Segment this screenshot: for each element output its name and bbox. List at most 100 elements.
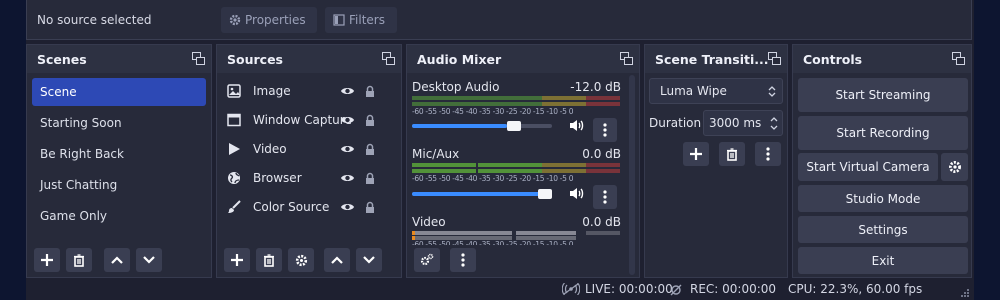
volume-meter <box>412 96 620 100</box>
sources-dock: Sources Image Window Capture Video Brows… <box>216 44 402 278</box>
scene-transitions-dock: Scene Transiti... Luma Wipe Duration 300… <box>644 44 788 278</box>
gears-icon <box>420 253 434 266</box>
mixer-menu-button[interactable] <box>450 248 476 272</box>
gear-icon <box>229 14 241 26</box>
more-vertical-icon <box>766 147 770 161</box>
plus-icon <box>41 254 53 266</box>
meter-ticks: -60 -55 -50 -45 -40 -35 -30 -25 -20 -15 … <box>412 174 574 183</box>
lock-icon[interactable] <box>365 114 375 127</box>
channel-menu-button[interactable] <box>593 185 617 209</box>
trash-icon <box>264 253 274 267</box>
scene-item[interactable]: Be Right Back <box>32 140 206 168</box>
scenes-dock: Scenes Scene Starting Soon Be Right Back… <box>26 44 212 278</box>
volume-meter <box>412 231 620 235</box>
remove-source-button[interactable] <box>256 248 282 272</box>
lock-icon[interactable] <box>365 172 375 185</box>
source-status-text: No source selected <box>37 13 152 27</box>
lock-icon[interactable] <box>365 143 375 156</box>
remove-scene-button[interactable] <box>66 248 92 272</box>
source-item[interactable]: Window Capture <box>227 108 391 132</box>
source-item[interactable]: Browser <box>227 166 391 190</box>
chevron-down-icon <box>143 256 155 264</box>
eye-icon[interactable] <box>340 144 355 154</box>
resize-grip-icon[interactable] <box>960 288 970 298</box>
scene-item[interactable]: Scene <box>32 78 206 106</box>
duration-spinbox[interactable]: 3000 ms <box>703 110 783 136</box>
remove-transition-button[interactable] <box>719 142 745 166</box>
source-item[interactable]: Video <box>227 137 391 161</box>
window-icon <box>227 113 241 127</box>
start-recording-button[interactable]: Start Recording <box>798 116 968 150</box>
cpu-status: CPU: 22.3%, 60.00 fps <box>788 282 923 296</box>
undock-icon[interactable] <box>768 52 781 65</box>
mixer-scrollbar[interactable] <box>629 75 635 275</box>
settings-button[interactable]: Settings <box>798 216 968 243</box>
plus-icon <box>690 148 702 160</box>
channel-name: Desktop Audio <box>412 80 500 94</box>
source-item[interactable]: Color Source <box>227 195 391 219</box>
filters-icon <box>333 14 345 26</box>
scene-item[interactable]: Just Chatting <box>32 171 206 199</box>
image-icon <box>227 84 241 98</box>
lock-icon[interactable] <box>365 85 375 98</box>
move-source-up-button[interactable] <box>324 248 350 272</box>
add-source-button[interactable] <box>224 248 250 272</box>
volume-slider[interactable] <box>412 189 552 199</box>
move-source-down-button[interactable] <box>356 248 382 272</box>
eye-icon[interactable] <box>340 173 355 183</box>
move-scene-down-button[interactable] <box>136 248 162 272</box>
sources-title: Sources <box>217 45 401 73</box>
lock-icon[interactable] <box>365 201 375 214</box>
filters-label: Filters <box>349 13 385 27</box>
trash-icon <box>74 253 84 267</box>
scene-item[interactable]: Starting Soon <box>32 109 206 137</box>
properties-button[interactable]: Properties <box>221 7 317 33</box>
add-transition-button[interactable] <box>683 142 709 166</box>
transition-select-value: Luma Wipe <box>660 84 727 98</box>
add-scene-button[interactable] <box>34 248 60 272</box>
move-scene-up-button[interactable] <box>104 248 130 272</box>
exit-button[interactable]: Exit <box>798 247 968 274</box>
undock-icon[interactable] <box>620 52 633 65</box>
transition-select[interactable]: Luma Wipe <box>649 78 783 104</box>
play-icon <box>229 143 240 155</box>
meter-ticks: -60 -55 -50 -45 -40 -35 -30 -25 -20 -15 … <box>412 240 574 245</box>
virtual-camera-settings-button[interactable] <box>941 153 968 181</box>
start-virtual-camera-button[interactable]: Start Virtual Camera <box>798 153 938 181</box>
channel-name: Mic/Aux <box>412 147 460 161</box>
start-streaming-button[interactable]: Start Streaming <box>798 78 968 112</box>
more-vertical-icon <box>461 253 465 267</box>
source-label: Video <box>253 142 287 156</box>
scene-item[interactable]: Game Only <box>32 202 206 230</box>
plus-icon <box>231 254 243 266</box>
more-vertical-icon <box>603 123 607 137</box>
studio-mode-button[interactable]: Studio Mode <box>798 185 968 212</box>
channel-db: -12.0 dB <box>570 80 621 94</box>
volume-meter <box>412 102 620 106</box>
source-item[interactable]: Image <box>227 79 391 103</box>
source-label: Window Capture <box>253 113 352 127</box>
transition-menu-button[interactable] <box>755 142 781 166</box>
trash-icon <box>727 147 737 161</box>
volume-slider[interactable] <box>412 121 552 131</box>
undock-icon[interactable] <box>192 52 205 65</box>
source-label: Browser <box>253 171 302 185</box>
speaker-icon[interactable] <box>569 187 585 200</box>
eye-icon[interactable] <box>340 202 355 212</box>
record-off-icon <box>670 284 682 296</box>
updown-chevron-icon[interactable] <box>770 116 778 131</box>
eye-icon[interactable] <box>340 115 355 125</box>
advanced-audio-button[interactable] <box>414 248 440 272</box>
gear-icon <box>948 161 961 173</box>
undock-icon[interactable] <box>382 52 395 65</box>
filters-button[interactable]: Filters <box>325 7 397 33</box>
source-properties-button[interactable] <box>288 248 314 272</box>
undock-icon[interactable] <box>952 52 965 65</box>
controls-dock: Controls Start Streaming Start Recording… <box>792 44 972 278</box>
channel-menu-button[interactable] <box>593 118 617 142</box>
brush-icon <box>228 200 241 213</box>
speaker-icon[interactable] <box>569 119 585 132</box>
chevron-down-icon <box>363 256 375 264</box>
rec-status: REC: 00:00:00 <box>690 282 777 296</box>
eye-icon[interactable] <box>340 86 355 96</box>
